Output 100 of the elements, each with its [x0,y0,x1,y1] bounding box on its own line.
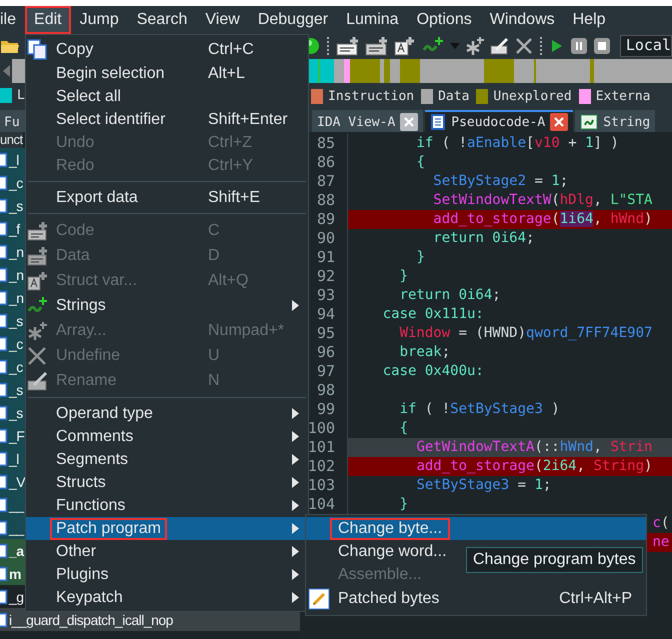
line-number: 98 [316,381,335,399]
menu-item[interactable]: Patch program [26,517,308,540]
line-number: 93 [316,286,335,304]
menu-item[interactable]: Segments [26,448,308,471]
menu-item[interactable]: Other [26,540,308,563]
code-line: c( [652,515,670,531]
menu-item[interactable]: Lumina [337,6,408,34]
code-line: { [416,154,425,170]
debugger-select[interactable]: Local [620,35,672,57]
line-number: 95 [316,324,335,342]
legend-label: Unexplored [493,88,572,104]
code-line: if ( !aEnable[v10 + 1] ) [416,135,619,151]
menu-item[interactable]: Export data Shift+E [26,186,308,209]
line-number: 99 [316,400,335,418]
tab[interactable]: Fu [0,110,25,132]
function-icon [0,496,8,514]
menu-item[interactable]: Functions [26,494,308,517]
struct-icon[interactable] [394,36,416,56]
asterisk-icon[interactable] [464,36,485,56]
menu-item[interactable]: Help [564,6,615,34]
function-icon [0,472,8,490]
line-number: 90 [316,229,335,247]
menu-item[interactable]: View [196,6,249,34]
submenu-arrow-icon [292,569,299,580]
function-icon [0,150,8,168]
data-icon[interactable] [364,36,389,56]
legend-label: Externa [596,88,650,104]
tab[interactable]: Pseudocode-A [425,110,574,132]
menu-item[interactable]: Structs [26,471,308,494]
function-icon [0,380,8,398]
function-icon [0,450,8,468]
menu-item[interactable]: Select all [26,85,308,108]
menu-item[interactable]: ile [0,6,26,34]
code-line: if ( !SetByStage3 ) [400,401,560,417]
function-icon [0,542,8,560]
code-icon[interactable] [336,36,360,56]
submenu-arrow-icon [292,300,299,311]
tab[interactable]: String [575,110,656,132]
function-icon [0,288,8,306]
column-header[interactable]: unct [0,132,23,148]
legend-label: L [17,88,25,103]
menu-item[interactable]: Select identifier Shift+Enter [26,108,308,131]
code-line: break; [400,344,450,360]
code-line: Window = (HWND)qword_7FF74E907 [400,325,652,341]
function-icon [0,358,8,376]
menu-item[interactable]: Plugins [26,563,308,586]
function-icon [0,426,8,444]
line-number: 103 [308,476,335,494]
tab[interactable]: IDA View-A [312,110,424,132]
close-icon[interactable] [400,113,418,131]
submenu-arrow-icon [292,500,299,511]
submenu-arrow-icon [292,523,299,534]
menu-item[interactable]: Jump [70,6,128,34]
menu-item[interactable]: Debugger [248,6,338,34]
line-number: 85 [316,134,335,152]
code-line: add_to_storage(2i64, String) [416,458,652,474]
close-icon[interactable] [550,113,568,131]
scroll-arrow-icon[interactable] [2,64,10,78]
line-number: 102 [308,457,335,475]
line-number: 104 [308,495,335,513]
pencil-icon [308,588,330,610]
function-icon [0,312,8,330]
submenu-arrow-icon [292,408,299,419]
submenu-arrow-icon [292,454,299,465]
function-icon [0,174,8,192]
menu-item[interactable]: Strings [26,293,308,318]
line-number: 89 [316,210,335,228]
code-line: } [400,496,408,512]
code-line: } [400,268,408,284]
menu-item[interactable]: Operand type [26,402,308,425]
menu-item[interactable]: Windows [480,6,564,34]
document-icon [430,114,446,130]
line-number: 97 [316,362,335,380]
submenu-arrow-icon [292,546,299,557]
code-line: case 0x111u: [382,306,484,322]
function-icon [0,404,8,422]
line-number: 87 [316,172,335,190]
menu-item[interactable]: Edit [25,6,71,34]
menu-item[interactable]: Patched bytes Ctrl+Alt+P [306,586,646,611]
rename-icon[interactable] [490,36,510,56]
menu-item[interactable]: Keypatch [26,586,308,609]
menu-item[interactable]: Options [408,6,481,34]
function-icon [0,518,8,536]
menu-item[interactable]: Change byte... [306,517,646,540]
code-line: SetByStage3 = 1; [416,477,552,493]
pause-icon[interactable] [570,37,588,55]
line-number: 96 [316,343,335,361]
strings-icon [580,114,598,130]
menu-item[interactable]: Copy Ctrl+C [26,37,308,62]
menu-item[interactable]: Comments [26,425,308,448]
stop-icon[interactable] [592,37,611,55]
function-icon [0,610,8,628]
code-line: case 0x400u: [382,363,484,379]
function-icon [0,334,8,352]
submenu-arrow-icon [292,592,299,603]
code-line: add_to_storage(1i64, hWnd) [433,211,652,227]
function-icon [0,220,8,238]
menu-item[interactable]: Search [128,6,196,34]
code-line: ne [652,534,670,550]
copy-icon [27,38,49,60]
